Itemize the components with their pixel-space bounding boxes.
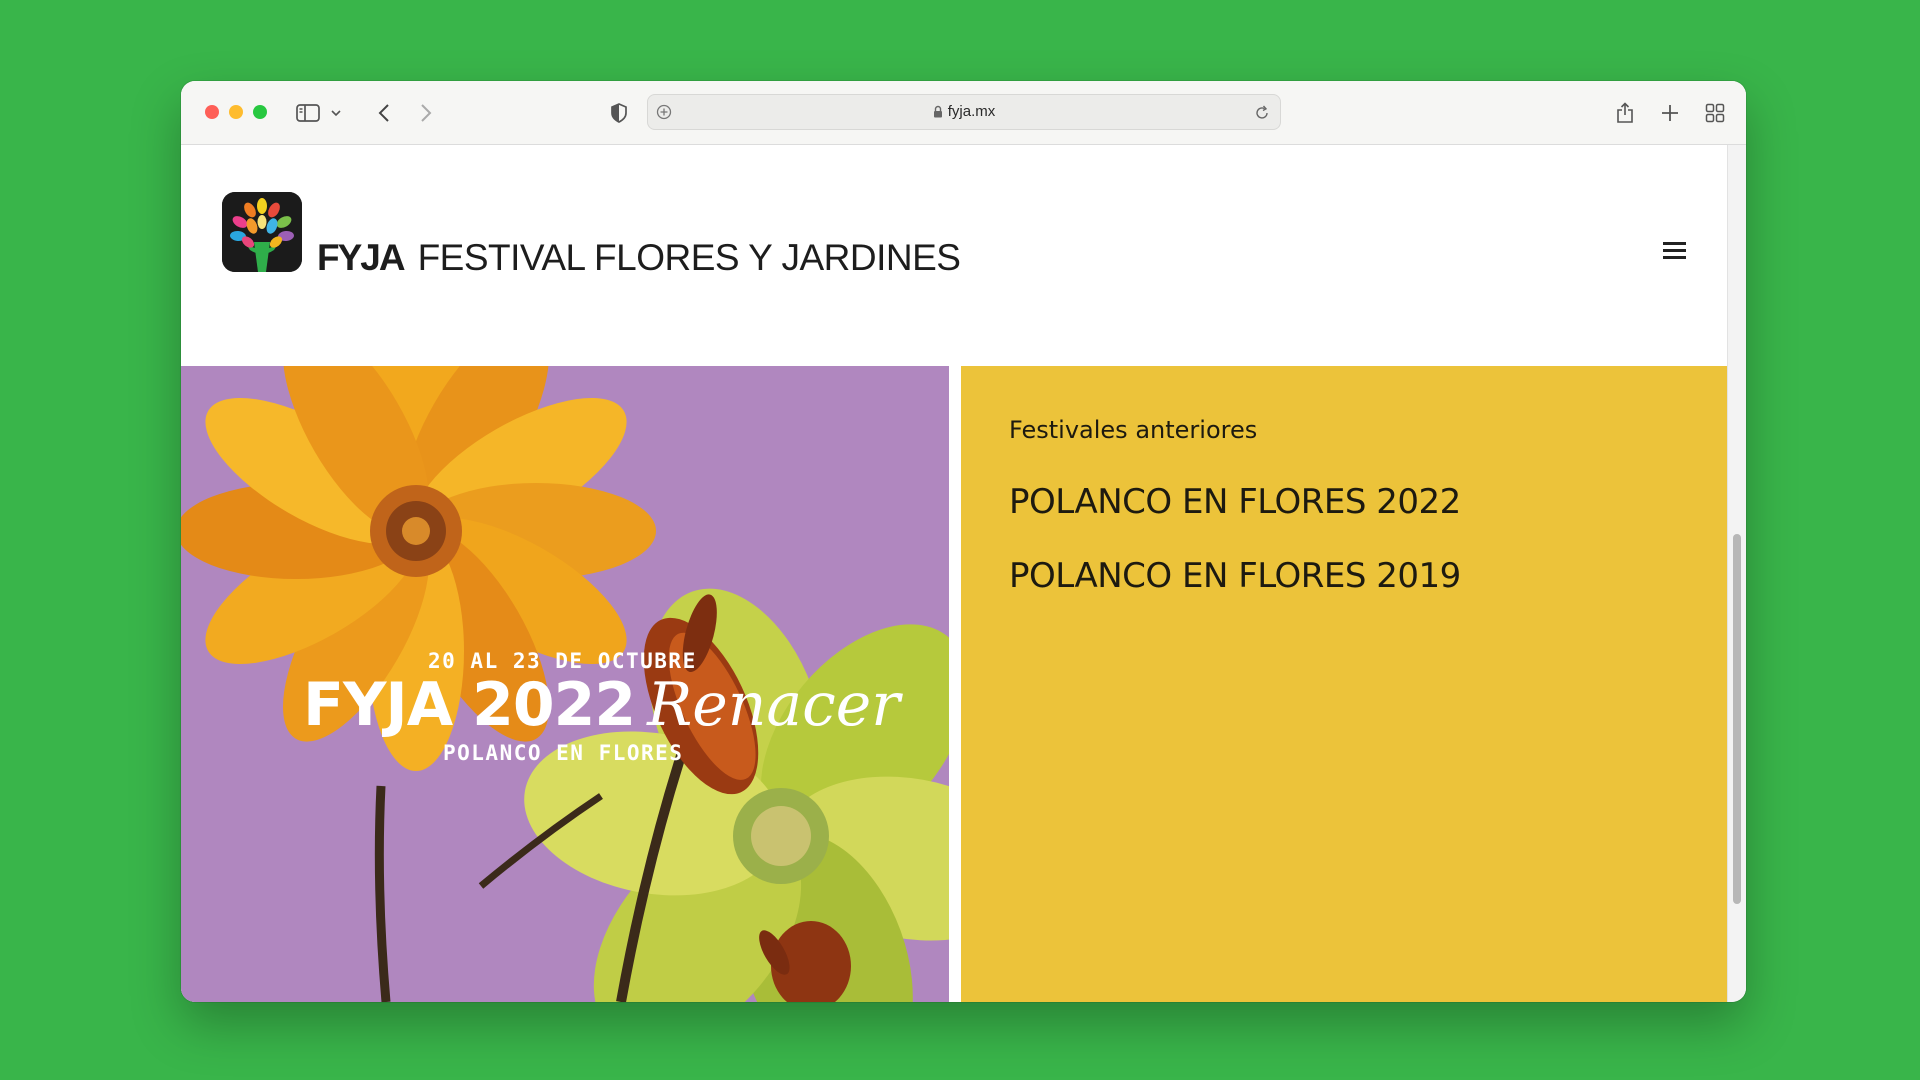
url-display[interactable]: fyja.mx (648, 103, 1280, 122)
url-text: fyja.mx (947, 103, 996, 120)
back-button-icon[interactable] (370, 99, 398, 127)
browser-toolbar: fyja.mx (181, 81, 1746, 145)
sidebar-toggle-icon[interactable] (294, 99, 322, 127)
zoom-window-button[interactable] (253, 105, 267, 119)
privacy-shield-icon[interactable] (605, 99, 633, 127)
past-festivals-heading: Festivales anteriores (1009, 416, 1258, 444)
address-bar[interactable]: fyja.mx (647, 94, 1281, 130)
site-title[interactable]: FYJA FESTIVAL FLORES Y JARDINES (317, 237, 961, 279)
chevron-down-icon[interactable] (328, 99, 344, 127)
site-title-name: FESTIVAL FLORES Y JARDINES (417, 237, 961, 278)
hero-title: FYJA 2022 Renacer (303, 670, 900, 740)
past-festivals-panel: Festivales anteriores POLANCO EN FLORES … (961, 366, 1727, 1002)
hero-poster[interactable]: 20 AL 23 DE OCTUBRE FYJA 2022 Renacer POL… (181, 366, 949, 1002)
fyja-logo-icon[interactable] (222, 192, 302, 272)
browser-window: fyja.mx FYJA FESTIVAL FLORES Y JARDINES … (181, 81, 1746, 1002)
web-page: FYJA FESTIVAL FLORES Y JARDINES 20 AL 23… (181, 145, 1727, 1002)
hero-title-main: FYJA 2022 (303, 670, 636, 740)
hamburger-menu-icon[interactable] (1657, 235, 1691, 265)
share-icon[interactable] (1611, 99, 1639, 127)
close-window-button[interactable] (205, 105, 219, 119)
festival-link-2022[interactable]: POLANCO EN FLORES 2022 (1009, 482, 1461, 522)
hero-title-script: Renacer (647, 670, 900, 740)
tab-overview-icon[interactable] (1701, 99, 1729, 127)
reload-icon[interactable] (1248, 98, 1276, 126)
lock-icon (933, 105, 943, 122)
site-title-abbr: FYJA (317, 237, 406, 278)
new-tab-icon[interactable] (1656, 99, 1684, 127)
forward-button-icon[interactable] (412, 99, 440, 127)
festival-link-2019[interactable]: POLANCO EN FLORES 2019 (1009, 556, 1461, 596)
hero-subtitle: POLANCO EN FLORES (443, 741, 684, 765)
scrollbar-thumb[interactable] (1733, 534, 1741, 904)
minimize-window-button[interactable] (229, 105, 243, 119)
